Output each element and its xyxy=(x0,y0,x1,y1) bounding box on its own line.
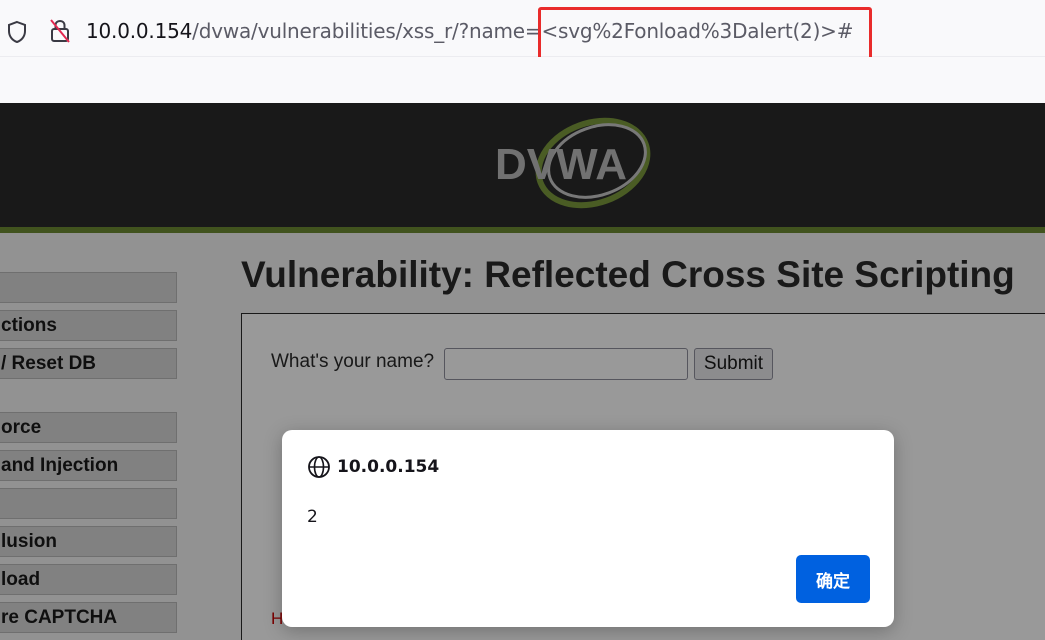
insecure-lock-icon[interactable] xyxy=(49,18,71,44)
address-bar[interactable]: 10.0.0.154/dvwa/vulnerabilities/xss_r/?n… xyxy=(0,0,1045,57)
ok-button[interactable]: 确定 xyxy=(796,555,870,603)
url-host: 10.0.0.154 xyxy=(86,19,193,43)
alert-dialog: 10.0.0.154 2 确定 xyxy=(282,430,894,627)
shield-icon[interactable] xyxy=(6,20,28,44)
url-highlight-annotation xyxy=(538,7,872,60)
dialog-message: 2 xyxy=(307,507,318,527)
dialog-origin: 10.0.0.154 xyxy=(337,457,440,477)
globe-icon xyxy=(308,456,330,478)
bookmarks-toolbar xyxy=(0,57,1045,103)
